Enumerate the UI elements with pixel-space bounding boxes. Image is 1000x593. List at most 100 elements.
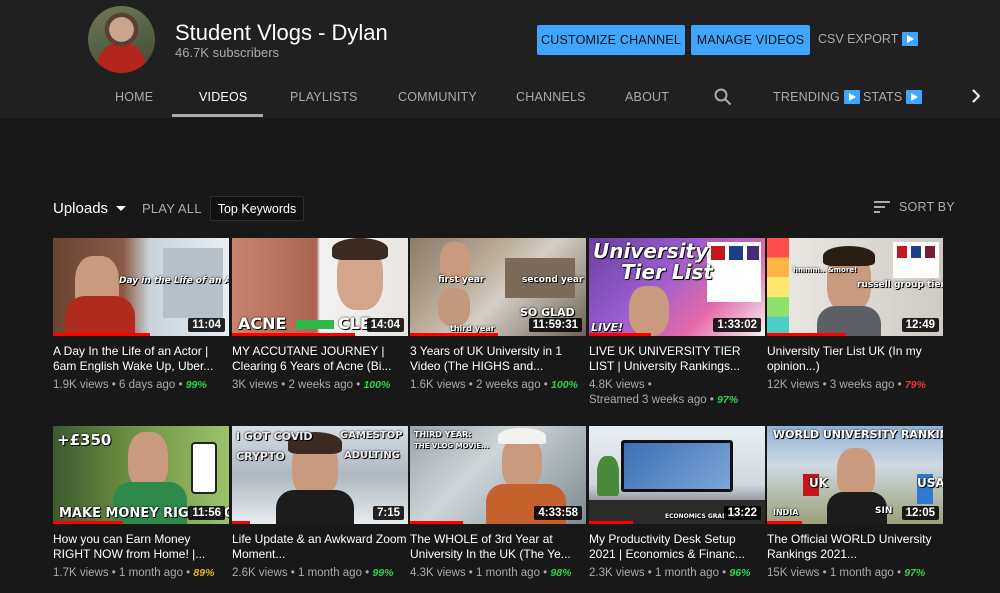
video-duration: 11:04 bbox=[188, 318, 225, 332]
video-thumbnail[interactable]: Day in the Life of an Actor 11:04 bbox=[53, 238, 229, 336]
play-all-button[interactable]: PLAY ALL bbox=[142, 201, 202, 216]
video-card[interactable]: ACNE CLE 14:04 MY ACCUTANE JOURNEY | Cle… bbox=[232, 238, 408, 393]
uploads-label: Uploads bbox=[53, 200, 109, 217]
view-count: 2.3K views bbox=[589, 567, 645, 579]
tab-home[interactable]: HOME bbox=[115, 90, 153, 104]
tab-community[interactable]: COMMUNITY bbox=[398, 90, 477, 104]
like-score: 97% bbox=[904, 567, 926, 579]
tab-playlists[interactable]: PLAYLISTS bbox=[290, 90, 358, 104]
customize-channel-button[interactable]: CUSTOMIZE CHANNEL bbox=[537, 25, 685, 55]
video-duration: 4:33:58 bbox=[534, 506, 582, 520]
video-thumbnail[interactable]: first year second year SO GLAD third yea… bbox=[410, 238, 586, 336]
video-card[interactable]: +£350 MAKE MONEY RIGHT NO 11:56 How you … bbox=[53, 426, 229, 581]
thumbnail-caption-4: ADULTING bbox=[344, 450, 400, 461]
watch-progress-bar bbox=[589, 521, 633, 524]
thumbnail-caption: first year bbox=[438, 275, 485, 285]
tab-trending-label: TRENDING bbox=[773, 90, 840, 104]
watch-progress-bar bbox=[410, 521, 463, 524]
video-title[interactable]: The Official WORLD University Rankings 2… bbox=[767, 532, 943, 561]
video-title[interactable]: University Tier List UK (In my opinion..… bbox=[767, 344, 943, 373]
video-thumbnail[interactable]: THIRD YEAR: THE VLOG MOVIE... 4:33:58 bbox=[410, 426, 586, 524]
video-title[interactable]: 3 Years of UK University in 1 Video (The… bbox=[410, 344, 586, 373]
video-meta: 1.6K views • 2 weeks ago • 100% bbox=[410, 379, 578, 391]
caret-down-icon bbox=[116, 205, 127, 211]
video-meta: 15K views • 1 month ago • 97% bbox=[767, 567, 926, 579]
view-count: 1.6K views bbox=[410, 379, 466, 391]
like-score: 96% bbox=[729, 567, 751, 579]
active-tab-indicator bbox=[172, 114, 263, 117]
monitor-graphic bbox=[621, 440, 733, 492]
video-title[interactable]: Life Update & an Awkward Zoom Moment... bbox=[232, 532, 408, 561]
tab-channels[interactable]: CHANNELS bbox=[516, 90, 586, 104]
csv-export-label: CSV EXPORT bbox=[818, 32, 899, 46]
search-icon[interactable] bbox=[714, 88, 732, 111]
manage-videos-button[interactable]: MANAGE VIDEOS bbox=[691, 25, 810, 55]
video-thumbnail[interactable]: ECONOMICS GRADUATE 13:22 bbox=[589, 426, 765, 524]
video-thumbnail[interactable]: ACNE CLE 14:04 bbox=[232, 238, 408, 336]
video-title[interactable]: LIVE UK UNIVERSITY TIER LIST | Universit… bbox=[589, 344, 765, 373]
video-title[interactable]: The WHOLE of 3rd Year at University In t… bbox=[410, 532, 586, 561]
video-title[interactable]: How you can Earn Money RIGHT NOW from Ho… bbox=[53, 532, 229, 561]
upload-age: 2 weeks ago bbox=[476, 379, 541, 391]
view-count: 15K views bbox=[767, 567, 820, 579]
like-score: 100% bbox=[551, 379, 578, 391]
view-count: 1.7K views bbox=[53, 567, 109, 579]
video-card[interactable]: ECONOMICS GRADUATE 13:22 My Productivity… bbox=[589, 426, 765, 581]
tab-trending[interactable]: TRENDING bbox=[773, 90, 860, 104]
thumbnail-caption-4: third year bbox=[450, 324, 495, 333]
video-title[interactable]: MY ACCUTANE JOURNEY | Clearing 6 Years o… bbox=[232, 344, 408, 373]
tab-videos[interactable]: VIDEOS bbox=[199, 90, 247, 104]
thumbnail-caption: russell group tier list bbox=[857, 280, 943, 290]
video-card[interactable]: first year second year SO GLAD third yea… bbox=[410, 238, 586, 393]
video-title[interactable]: My Productivity Desk Setup 2021 | Econom… bbox=[589, 532, 765, 561]
video-duration: 13:22 bbox=[723, 506, 761, 520]
video-thumbnail[interactable]: hmmm.. &more! russell group tier list 12… bbox=[767, 238, 943, 336]
video-title[interactable]: A Day In the Life of an Actor | 6am Engl… bbox=[53, 344, 229, 373]
thumbnail-caption: ACNE bbox=[238, 314, 287, 333]
arrow-graphic bbox=[296, 320, 334, 329]
video-thumbnail[interactable]: I GOT COVID GAMESTOP CRYPTO ADULTING 7:1… bbox=[232, 426, 408, 524]
play-badge-icon bbox=[906, 90, 923, 104]
upload-age: 1 month ago bbox=[119, 567, 183, 579]
subscriber-count: 46.7K subscribers bbox=[175, 45, 280, 60]
thumbnail-caption-2: CLE bbox=[338, 314, 371, 333]
video-card[interactable]: University Tier List LIVE! 1:33:02 LIVE … bbox=[589, 238, 765, 408]
watch-progress-bar bbox=[232, 333, 356, 336]
top-keywords-button[interactable]: Top Keywords bbox=[210, 196, 304, 221]
video-thumbnail[interactable]: +£350 MAKE MONEY RIGHT NO 11:56 bbox=[53, 426, 229, 524]
video-card[interactable]: Day in the Life of an Actor 11:04 A Day … bbox=[53, 238, 229, 393]
upload-age: 1 month ago bbox=[655, 567, 719, 579]
uploads-dropdown[interactable]: Uploads bbox=[53, 200, 127, 217]
video-duration: 11:59:31 bbox=[528, 318, 582, 332]
video-card[interactable]: I GOT COVID GAMESTOP CRYPTO ADULTING 7:1… bbox=[232, 426, 408, 581]
video-meta: 4.3K views • 1 month ago • 98% bbox=[410, 567, 572, 579]
video-card[interactable]: WORLD UNIVERSITY RANKINGS 2021 UK USA IN… bbox=[767, 426, 943, 581]
video-duration: 12:05 bbox=[901, 506, 939, 520]
thumbnail-caption-2: hmmm.. &more! bbox=[793, 266, 858, 274]
channel-header: Student Vlogs - Dylan 46.7K subscribers … bbox=[0, 0, 1000, 118]
video-thumbnail[interactable]: University Tier List LIVE! 1:33:02 bbox=[589, 238, 765, 336]
video-meta: 4.8K views • Streamed 3 weeks ago • 97% bbox=[589, 379, 739, 406]
thumbnail-caption: THIRD YEAR: bbox=[414, 430, 472, 439]
tab-stats[interactable]: STATS bbox=[863, 90, 923, 104]
sort-by-button[interactable]: SORT BY bbox=[874, 200, 955, 214]
video-meta: 3K views • 2 weeks ago • 100% bbox=[232, 379, 391, 391]
channel-avatar[interactable] bbox=[88, 6, 155, 73]
like-score: 79% bbox=[904, 379, 926, 391]
video-card[interactable]: THIRD YEAR: THE VLOG MOVIE... 4:33:58 Th… bbox=[410, 426, 586, 581]
watch-progress-bar bbox=[767, 333, 847, 336]
watch-progress-bar bbox=[589, 333, 651, 336]
play-badge-icon bbox=[902, 32, 919, 46]
video-duration: 14:04 bbox=[366, 318, 404, 332]
chevron-right-icon[interactable] bbox=[970, 89, 982, 108]
csv-export-button[interactable]: CSV EXPORT bbox=[818, 32, 919, 46]
channel-name: Student Vlogs - Dylan bbox=[175, 20, 388, 45]
video-meta: 1.9K views • 6 days ago • 99% bbox=[53, 379, 207, 391]
tab-about[interactable]: ABOUT bbox=[625, 90, 669, 104]
thumbnail-caption-3: USA bbox=[917, 476, 943, 490]
thumbnail-caption-2: UK bbox=[809, 476, 829, 490]
video-card[interactable]: hmmm.. &more! russell group tier list 12… bbox=[767, 238, 943, 393]
video-thumbnail[interactable]: WORLD UNIVERSITY RANKINGS 2021 UK USA IN… bbox=[767, 426, 943, 524]
watch-progress-bar bbox=[767, 521, 803, 524]
view-count: 4.3K views bbox=[410, 567, 466, 579]
